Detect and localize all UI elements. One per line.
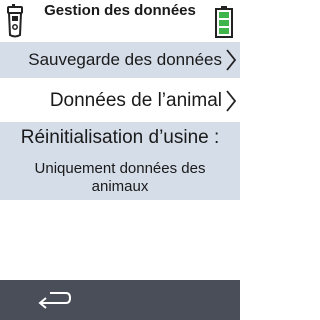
device-icon [7,4,23,38]
chevron-right-icon [226,49,237,71]
header: Gestion des données [0,0,240,42]
back-button[interactable] [30,286,78,314]
menu-item-factory-reset[interactable]: Réinitialisation d’usine : Uniquement do… [0,122,240,200]
menu-item-animal-data[interactable]: Données de l’animal [0,82,240,120]
chevron-right-icon [226,90,237,112]
back-arrow-icon [38,292,72,309]
bottom-bar [0,280,240,320]
page-title: Gestion des données [44,2,196,19]
menu-item-label: Données de l’animal [49,90,222,111]
factory-reset-title: Réinitialisation d’usine : [20,127,220,148]
factory-reset-subtitle: Uniquement données des animaux [34,160,206,195]
data-management-screen: Gestion des données Sauvegarde des donné… [0,0,240,320]
menu-item-label: Sauvegarde des données [28,50,222,69]
menu-item-data-backup[interactable]: Sauvegarde des données [0,42,240,78]
battery-icon [215,6,233,38]
